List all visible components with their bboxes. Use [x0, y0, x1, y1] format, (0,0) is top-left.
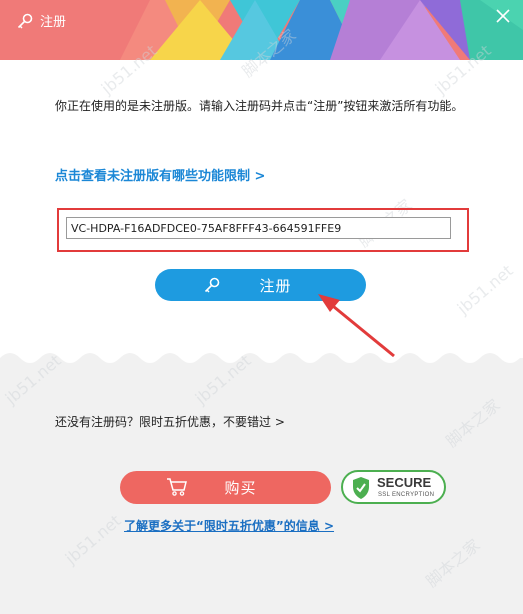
buy-button[interactable]: 购买	[120, 471, 331, 504]
register-button-label: 注册	[259, 276, 292, 295]
promo-info-link[interactable]: 了解更多关于“限时五折优惠”的信息 >	[124, 517, 334, 534]
secure-subtitle: SSL ENCRYPTION	[378, 492, 435, 498]
title-bar-background	[0, 0, 523, 60]
title-group: 注册	[16, 11, 66, 30]
feature-limits-link[interactable]: 点击查看未注册版有哪些功能限制 >	[55, 165, 265, 184]
title-bar: 注册	[0, 0, 523, 60]
description-text: 你正在使用的是未注册版。请输入注册码并点击“注册”按钮来激活所有功能。	[55, 99, 464, 113]
cart-icon	[167, 478, 187, 496]
key-icon	[17, 13, 33, 28]
buy-button-label: 购买	[224, 479, 257, 497]
secure-badge: SECURE SSL ENCRYPTION	[341, 470, 446, 504]
register-button[interactable]: 注册	[155, 269, 366, 301]
registration-key-input[interactable]	[66, 217, 451, 239]
watermark: jb51.net	[453, 260, 517, 319]
window-title: 注册	[40, 15, 67, 30]
close-icon[interactable]	[493, 6, 513, 26]
no-code-text[interactable]: 还没有注册码？限时五折优惠，不要错过 >	[55, 413, 285, 430]
secure-title: SECURE	[377, 475, 432, 490]
key-icon	[204, 277, 220, 293]
shield-check-icon	[353, 477, 369, 499]
